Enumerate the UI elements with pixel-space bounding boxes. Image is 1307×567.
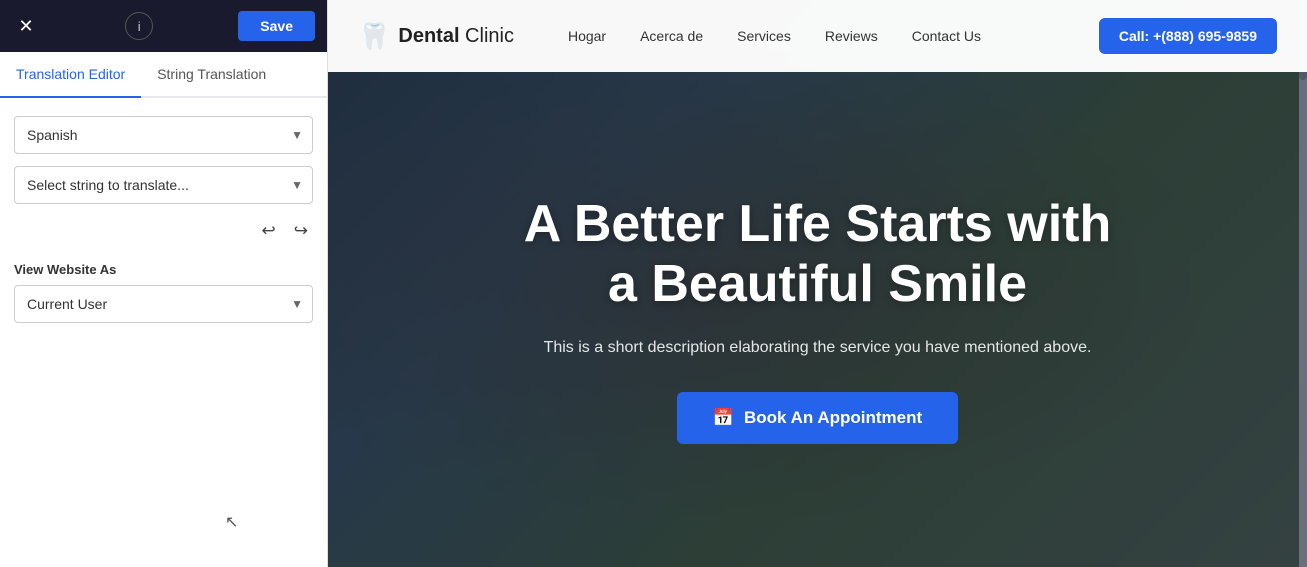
nav-links: Hogar Acerca de Services Reviews Contact… [554,22,1099,50]
undo-redo-row: ↩ ↪ [14,218,313,244]
info-button[interactable]: i [125,12,153,40]
logo-area: 🦷 Dental Clinic [358,21,514,52]
logo-text: Dental Clinic [398,25,514,48]
hero-section: A Better Life Starts with a Beautiful Sm… [328,72,1307,567]
string-select[interactable]: Select string to translate... [14,166,313,204]
book-button-label: Book An Appointment [744,408,922,428]
nav-link-services[interactable]: Services [723,22,805,50]
info-icon: i [138,19,141,34]
view-as-select-wrapper: Current User Guest Admin ▼ [14,285,313,323]
calendar-icon: 📅 [713,408,734,428]
panel-content: Spanish French German Italian Portuguese… [0,98,327,262]
nav-link-reviews[interactable]: Reviews [811,22,892,50]
book-appointment-button[interactable]: 📅 Book An Appointment [677,392,958,444]
tabs-row: Translation Editor String Translation [0,52,327,98]
tab-translation-editor[interactable]: Translation Editor [0,52,141,98]
right-panel: 🦷 Dental Clinic Hogar Acerca de Services… [328,0,1307,567]
view-as-section: View Website As Current User Guest Admin… [0,262,327,337]
close-button[interactable]: ✕ [12,12,40,40]
logo-text-normal: Clinic [460,25,514,47]
hero-title: A Better Life Starts with a Beautiful Sm… [524,195,1112,315]
tab-string-translation[interactable]: String Translation [141,52,282,98]
language-select-wrapper: Spanish French German Italian Portuguese… [14,116,313,154]
call-button[interactable]: Call: +(888) 695-9859 [1099,18,1277,54]
redo-icon: ↪ [294,221,308,240]
nav-link-contact[interactable]: Contact Us [898,22,995,50]
top-bar: ✕ i Save [0,0,327,52]
string-select-wrapper: Select string to translate... ▼ [14,166,313,204]
language-select[interactable]: Spanish French German Italian Portuguese [14,116,313,154]
close-icon: ✕ [18,16,33,37]
left-panel: ✕ i Save Translation Editor String Trans… [0,0,328,567]
cursor-area: ↖ [0,337,327,567]
hero-title-line1: A Better Life Starts with [524,195,1112,253]
view-as-select[interactable]: Current User Guest Admin [14,285,313,323]
view-as-label: View Website As [14,262,313,277]
nav-link-acerca[interactable]: Acerca de [626,22,717,50]
logo-text-bold: Dental [398,25,459,47]
save-button[interactable]: Save [238,11,315,41]
navbar: 🦷 Dental Clinic Hogar Acerca de Services… [328,0,1307,72]
undo-button[interactable]: ↩ [257,218,281,244]
undo-icon: ↩ [262,221,276,240]
hero-description: This is a short description elaborating … [544,335,1092,361]
redo-button[interactable]: ↪ [289,218,313,244]
logo-icon: 🦷 [358,21,390,52]
cursor-icon: ↖ [225,512,238,532]
hero-title-line2: a Beautiful Smile [608,255,1027,313]
nav-link-hogar[interactable]: Hogar [554,22,620,50]
